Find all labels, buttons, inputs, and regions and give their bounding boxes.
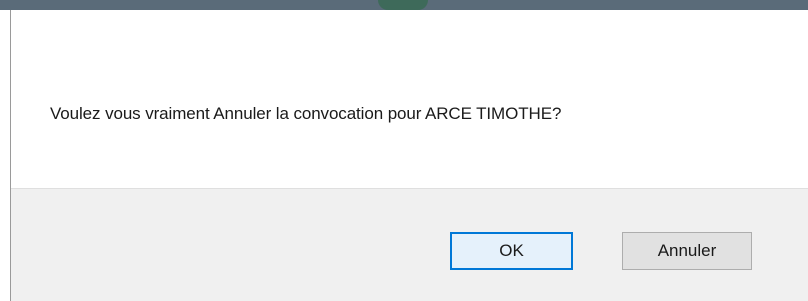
dialog-message: Voulez vous vraiment Annuler la convocat… [50,104,562,123]
background-window-strip [0,0,808,10]
dialog-footer: OK Annuler [11,188,808,301]
confirm-dialog: Voulez vous vraiment Annuler la convocat… [10,10,808,301]
cancel-button[interactable]: Annuler [622,232,752,270]
ok-button[interactable]: OK [450,232,573,270]
background-app-icon [378,0,428,10]
dialog-content: Voulez vous vraiment Annuler la convocat… [11,10,808,188]
